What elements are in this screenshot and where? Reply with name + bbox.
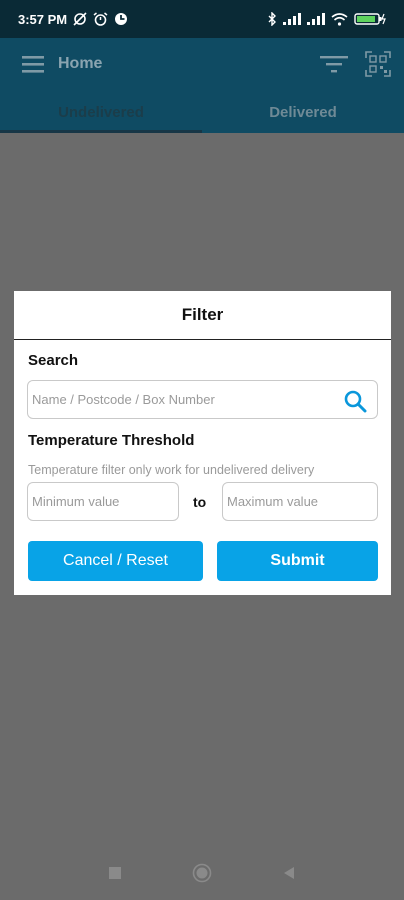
search-label: Search [28,352,79,369]
filter-dialog: Filter Search Temperature Threshold Temp… [14,291,391,595]
tab-label: Delivered [269,104,337,121]
submit-button[interactable]: Submit [217,541,378,581]
status-left: 3:57 PM [18,12,128,27]
page-title: Home [58,55,103,72]
status-time: 3:57 PM [18,11,68,27]
range-separator: to [193,494,207,510]
qr-scan-icon[interactable] [365,51,391,77]
max-value-input[interactable] [223,494,377,509]
temperature-helper-text: Temperature filter only work for undeliv… [28,463,315,477]
toolbar: Home [0,38,404,92]
alarm-icon [93,11,108,27]
min-value-input[interactable] [28,494,178,509]
data-saver-icon [114,12,128,26]
temperature-threshold-label: Temperature Threshold [28,432,195,449]
search-field [27,380,378,419]
filter-icon[interactable] [320,54,348,76]
system-nav-bar [0,850,404,900]
back-icon[interactable] [282,866,296,885]
status-bar: 3:57 PM [0,0,404,38]
tab-label: Undelivered [58,104,144,121]
app-bar: Home Undelivered Delivered [0,38,404,133]
home-icon[interactable] [192,863,212,888]
max-value-field [222,482,378,521]
search-icon[interactable] [343,389,367,413]
wifi-icon [331,12,348,26]
status-right [267,12,386,26]
tab-delivered[interactable]: Delivered [202,92,404,133]
signal-icon [283,13,301,25]
bluetooth-icon [267,12,277,26]
signal-icon [307,13,325,25]
battery-charging-icon [354,12,386,26]
sync-off-icon [73,12,87,26]
search-input[interactable] [28,392,377,407]
min-value-field [27,482,179,521]
dialog-title: Filter [14,291,391,340]
tab-bar: Undelivered Delivered [0,92,404,133]
hamburger-menu-icon[interactable] [22,54,46,76]
tab-indicator [0,130,202,133]
tab-undelivered[interactable]: Undelivered [0,92,202,133]
cancel-reset-button[interactable]: Cancel / Reset [28,541,203,581]
recents-icon[interactable] [108,866,122,885]
